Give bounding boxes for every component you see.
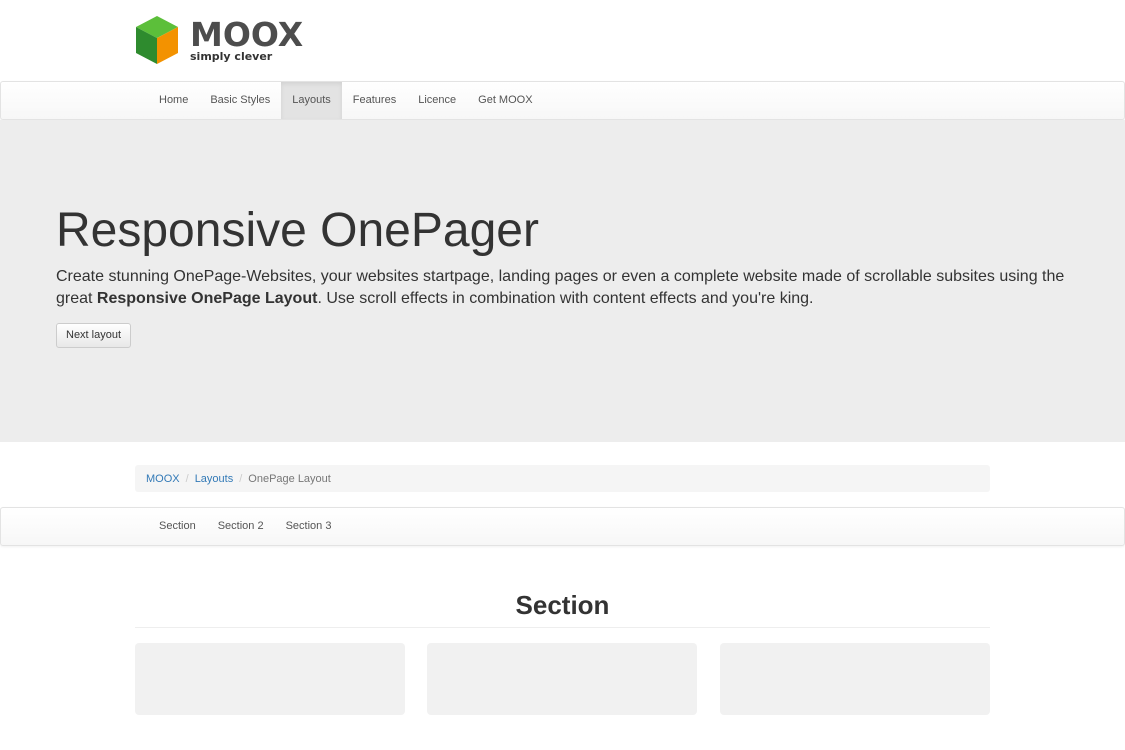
nav-item-licence[interactable]: Licence [407,82,467,119]
breadcrumb-separator: / [185,472,189,485]
content-card [720,643,990,715]
next-layout-button[interactable]: Next layout [56,323,132,348]
nav-item-layouts[interactable]: Layouts [281,82,342,119]
hero-title: Responsive OnePager [56,204,539,257]
breadcrumb: MOOX / Layouts / OnePage Layout [135,465,990,492]
nav-item-get-moox[interactable]: Get MOOX [467,82,543,119]
nav-item-basic-styles[interactable]: Basic Styles [199,82,281,119]
breadcrumb-layouts[interactable]: Layouts [195,473,234,485]
section-nav-item-section-2[interactable]: Section 2 [207,508,275,545]
logo-bar: MOOX simply clever [0,0,1125,81]
main-navbar: Home Basic Styles Layouts Features Licen… [0,81,1125,120]
hero-text-bold: Responsive OnePage Layout [96,290,318,307]
breadcrumb-moox[interactable]: MOOX [146,473,180,485]
breadcrumb-separator: / [239,472,243,485]
logo[interactable]: MOOX simply clever [135,15,335,67]
section-navbar: Section Section 2 Section 3 [0,507,1125,546]
section-divider [135,627,990,628]
brand-name: MOOX [190,15,304,54]
section-title: Section [515,590,610,620]
hero-text-end: . Use scroll effects in combination with… [317,290,814,307]
nav-item-features[interactable]: Features [342,82,407,119]
content-card [427,643,697,715]
content-card [135,643,405,715]
section-nav-item-section-3[interactable]: Section 3 [275,508,343,545]
moox-cube-icon [136,16,178,64]
breadcrumb-current: OnePage Layout [248,472,331,485]
brand-tagline: simply clever [190,50,273,63]
section-nav-item-section[interactable]: Section [148,508,207,545]
hero-jumbotron: Responsive OnePager Create stunning OneP… [0,120,1125,442]
hero-description: Create stunning OnePage-Websites, your w… [56,266,1076,310]
nav-item-home[interactable]: Home [148,82,199,119]
